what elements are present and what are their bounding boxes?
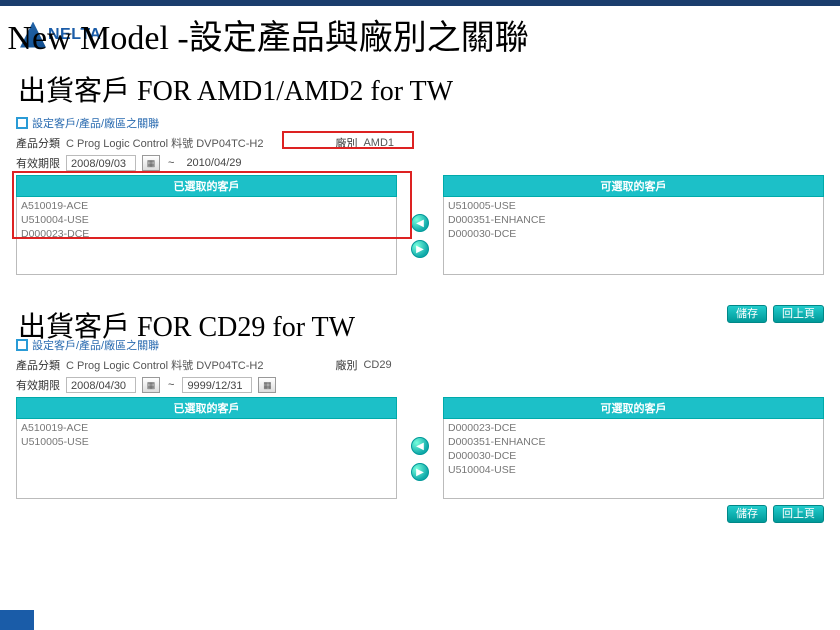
panel1-head-text: 設定客戶/產品/廠區之關聯 <box>32 115 159 131</box>
selected-body[interactable]: A510019-ACE U510004-USE D000023-DCE <box>16 197 397 275</box>
transfer-arrows: ◀ ▶ <box>409 175 431 275</box>
available-header: 可選取的客戶 <box>443 175 824 197</box>
tilde: ~ <box>166 157 176 169</box>
selected-list: 已選取的客戶 A510019-ACE U510005-USE <box>16 397 397 499</box>
date-to-input[interactable]: 9999/12/31 <box>182 377 252 393</box>
product-label: 產品分類 <box>16 135 60 151</box>
panel1-header: 設定客戶/產品/廠區之關聯 <box>16 113 824 133</box>
panel2-date-row: 有效期限 2008/04/30 ▦ ~ 9999/12/31 ▦ <box>16 375 824 395</box>
date-from-picker-button[interactable]: ▦ <box>142 155 160 171</box>
move-left-button[interactable]: ◀ <box>411 214 429 232</box>
list-item[interactable]: U510005-USE <box>448 199 819 213</box>
date-from-input[interactable]: 2008/04/30 <box>66 377 136 393</box>
date-label: 有效期限 <box>16 155 60 171</box>
selected-body[interactable]: A510019-ACE U510005-USE <box>16 419 397 499</box>
plant-label: 廠別 <box>335 357 357 373</box>
panel-icon <box>16 339 28 351</box>
available-body[interactable]: D000023-DCE D000351-ENHANCE D000030-DCE … <box>443 419 824 499</box>
panel1-product-row: 產品分類 C Prog Logic Control 料號 DVP04TC-H2 … <box>16 133 824 153</box>
list-item[interactable]: U510004-USE <box>448 463 819 477</box>
panel1-dual-list: 已選取的客戶 A510019-ACE U510004-USE D000023-D… <box>16 175 824 275</box>
product-value: C Prog Logic Control 料號 DVP04TC-H2 <box>66 357 263 373</box>
section2-title: 出貨客戶 FOR CD29 for TW <box>0 305 373 349</box>
list-item[interactable]: D000023-DCE <box>21 227 392 241</box>
title-row: NELTA New Model -設定產品與廠別之關聯 <box>0 6 840 61</box>
panel-icon <box>16 117 28 129</box>
panel2-product-row: 產品分類 C Prog Logic Control 料號 DVP04TC-H2 … <box>16 355 824 375</box>
plant-label: 廠別 <box>335 135 357 151</box>
plant-value: AMD1 <box>363 137 394 149</box>
panel-2: 設定客戶/產品/廠區之關聯 產品分類 C Prog Logic Control … <box>16 335 824 499</box>
date-to-input[interactable]: 2010/04/29 <box>182 155 252 171</box>
save-button[interactable]: 儲存 <box>727 305 767 323</box>
slide-title: New Model -設定產品與廠別之關聯 <box>7 10 528 59</box>
list-item[interactable]: U510004-USE <box>21 213 392 227</box>
available-list: 可選取的客戶 D000023-DCE D000351-ENHANCE D0000… <box>443 397 824 499</box>
selected-header: 已選取的客戶 <box>16 175 397 197</box>
available-header: 可選取的客戶 <box>443 397 824 419</box>
date-label: 有效期限 <box>16 377 60 393</box>
list-item[interactable]: A510019-ACE <box>21 199 392 213</box>
available-list: 可選取的客戶 U510005-USE D000351-ENHANCE D0000… <box>443 175 824 275</box>
list-item[interactable]: D000030-DCE <box>448 227 819 241</box>
panel2-dual-list: 已選取的客戶 A510019-ACE U510005-USE ◀ ▶ 可選取的客… <box>16 397 824 499</box>
date-to-picker-button[interactable]: ▦ <box>258 377 276 393</box>
section1-title: 出貨客戶 FOR AMD1/AMD2 for TW <box>0 61 840 113</box>
transfer-arrows: ◀ ▶ <box>409 397 431 499</box>
list-item[interactable]: U510005-USE <box>21 435 392 449</box>
list-item[interactable]: D000023-DCE <box>448 421 819 435</box>
action-row-2: 儲存 回上頁 <box>0 503 840 525</box>
date-from-input[interactable]: 2008/09/03 <box>66 155 136 171</box>
move-right-button[interactable]: ▶ <box>411 240 429 258</box>
product-label: 產品分類 <box>16 357 60 373</box>
list-item[interactable]: A510019-ACE <box>21 421 392 435</box>
back-button[interactable]: 回上頁 <box>773 305 824 323</box>
tilde: ~ <box>166 379 176 391</box>
move-right-button[interactable]: ▶ <box>411 463 429 481</box>
panel-1: 設定客戶/產品/廠區之關聯 產品分類 C Prog Logic Control … <box>16 113 824 275</box>
list-item[interactable]: D000351-ENHANCE <box>448 213 819 227</box>
date-from-picker-button[interactable]: ▦ <box>142 377 160 393</box>
panel1-date-row: 有效期限 2008/09/03 ▦ ~ 2010/04/29 <box>16 153 824 173</box>
back-button[interactable]: 回上頁 <box>773 505 824 523</box>
move-left-button[interactable]: ◀ <box>411 437 429 455</box>
selected-header: 已選取的客戶 <box>16 397 397 419</box>
list-item[interactable]: D000030-DCE <box>448 449 819 463</box>
action-row-1: 出貨客戶 FOR CD29 for TW 儲存 回上頁 <box>0 303 840 325</box>
list-item[interactable]: D000351-ENHANCE <box>448 435 819 449</box>
save-button[interactable]: 儲存 <box>727 505 767 523</box>
selected-list: 已選取的客戶 A510019-ACE U510004-USE D000023-D… <box>16 175 397 275</box>
product-value: C Prog Logic Control 料號 DVP04TC-H2 <box>66 135 263 151</box>
plant-value: CD29 <box>363 359 391 371</box>
footer-accent <box>0 610 34 630</box>
available-body[interactable]: U510005-USE D000351-ENHANCE D000030-DCE <box>443 197 824 275</box>
